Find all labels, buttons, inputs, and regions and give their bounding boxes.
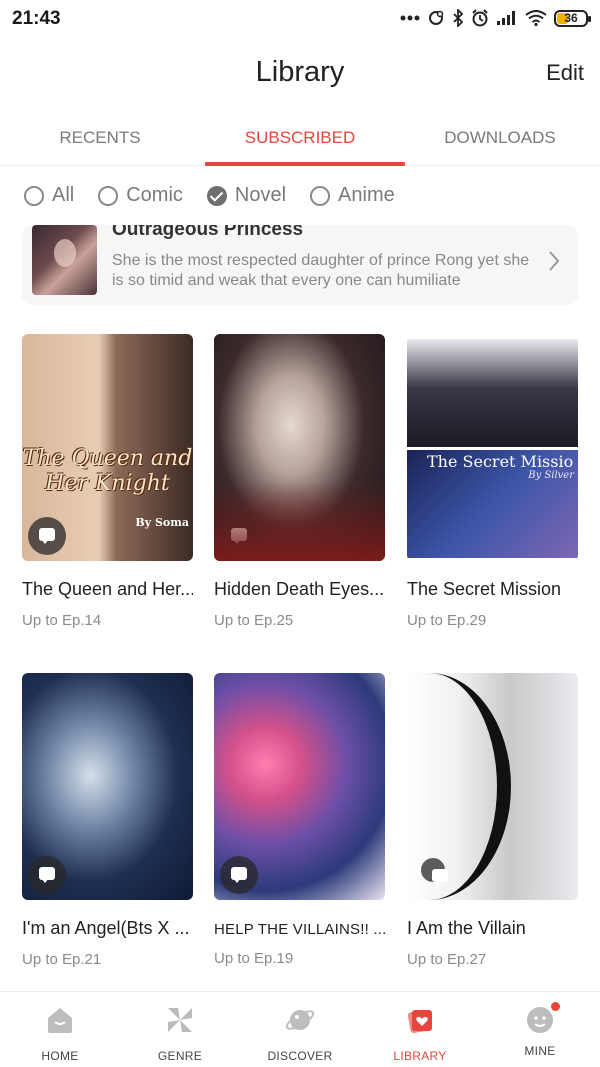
book-title: The Queen and Her... [22,579,193,599]
featured-cover [32,225,97,295]
status-time: 21:43 [12,8,61,29]
library-icon [407,1009,432,1034]
cover-title: The Queen and Her Knight [22,446,193,496]
chat-badge-icon [220,856,258,894]
signal-icon [497,11,515,25]
filter-label: Anime [338,184,395,206]
nav-label: LIBRARY [393,1049,447,1063]
nav-home[interactable]: HOME [0,992,120,1067]
profile-icon [524,1002,560,1036]
book-card[interactable]: HELP THE VILLAINS!! ... Up to Ep.19 [214,673,385,967]
book-title: I Am the Villain [407,918,526,938]
book-card[interactable]: The Secret Missio By Silver The Secret M… [407,334,578,629]
cover-author: By Soma [135,516,189,529]
page-title: Library [255,56,345,88]
home-icon [48,1008,72,1033]
chat-badge-icon [28,856,66,894]
nav-library[interactable]: LIBRARY [360,992,480,1067]
filter-comic[interactable]: Comic [98,184,183,207]
nav-discover[interactable]: DISCOVER [240,992,360,1067]
nav-label: GENRE [157,1049,203,1063]
bottom-nav: HOME GENRE DISCOVER LIBRARY MINE [0,991,600,1067]
chat-badge-icon [28,517,66,555]
book-progress: Up to Ep.19 [214,950,294,967]
chat-badge-icon [421,858,448,885]
cover-title: The Secret Missio [427,452,574,471]
book-title: Hidden Death Eyes... [214,579,385,599]
nav-mine[interactable]: MINE [480,992,600,1067]
book-progress: Up to Ep.27 [407,951,487,968]
radio-icon [98,185,119,206]
book-card[interactable]: I Am the Villain Up to Ep.27 [407,673,578,968]
radio-icon [310,185,331,206]
book-cover [407,673,578,900]
sync-icon [429,10,444,25]
nav-label: MINE [524,1044,556,1058]
planet-icon [285,1010,315,1030]
chevron-right-icon [549,251,560,271]
book-cover [22,673,193,900]
battery-level: 36 [564,10,578,25]
nav-label: DISCOVER [267,1049,333,1063]
genre-icon [168,1008,192,1032]
book-card[interactable]: Hidden Death Eyes... Up to Ep.25 [214,334,385,629]
book-title: The Secret Mission [407,579,562,599]
book-title: HELP THE VILLAINS!! ... [214,921,385,938]
filter-label: Novel [234,184,287,206]
featured-description: She is the most respected daughter of pr… [112,252,530,289]
book-card[interactable]: I'm an Angel(Bts X ... Up to Ep.21 [22,673,193,968]
cover-art-top [407,339,578,447]
tab-recents[interactable]: RECENTS [0,108,200,165]
header: Library Edit [0,38,600,108]
book-progress: Up to Ep.21 [22,951,102,968]
nav-label: HOME [41,1049,79,1063]
status-bar: 21:43 36 [0,0,600,38]
tab-downloads[interactable]: DOWNLOADS [400,108,600,165]
wifi-icon [525,10,547,26]
battery-icon: 36 [554,9,591,27]
book-cover: The Queen and Her Knight By Soma [22,334,193,561]
chat-badge-icon [220,517,258,555]
filter-anime[interactable]: Anime [310,184,395,207]
filter-novel[interactable]: Novel [206,184,287,207]
radio-icon [24,185,44,206]
book-cover: The Secret Missio By Silver [407,334,578,561]
book-cover [214,673,385,900]
filter-label: Comic [126,184,183,206]
nav-genre[interactable]: GENRE [120,992,240,1067]
edit-button[interactable]: Edit [546,60,584,86]
featured-title: Outrageous Princess [112,225,304,240]
filter-all[interactable]: All [24,184,74,207]
book-progress: Up to Ep.14 [22,612,102,629]
tab-subscribed[interactable]: SUBSCRIBED [200,108,405,166]
status-icons: 36 [400,9,591,27]
alarm-icon [472,9,488,27]
cover-author: By Silver [528,470,574,481]
type-filter: All Comic Novel Anime [24,184,419,207]
radio-checked-icon [206,185,227,206]
filter-label: All [52,184,75,206]
book-card[interactable]: The Queen and Her Knight By Soma The Que… [22,334,193,629]
notification-dot [551,1002,560,1011]
book-progress: Up to Ep.25 [214,612,294,629]
book-progress: Up to Ep.29 [407,612,487,629]
bluetooth-icon [453,9,464,27]
tab-bar: RECENTS SUBSCRIBED DOWNLOADS [0,108,600,166]
more-dots-icon [400,15,420,21]
book-title: I'm an Angel(Bts X ... [22,918,190,938]
featured-card[interactable]: Outrageous Princess She is the most resp… [22,225,578,305]
book-cover [214,334,385,561]
